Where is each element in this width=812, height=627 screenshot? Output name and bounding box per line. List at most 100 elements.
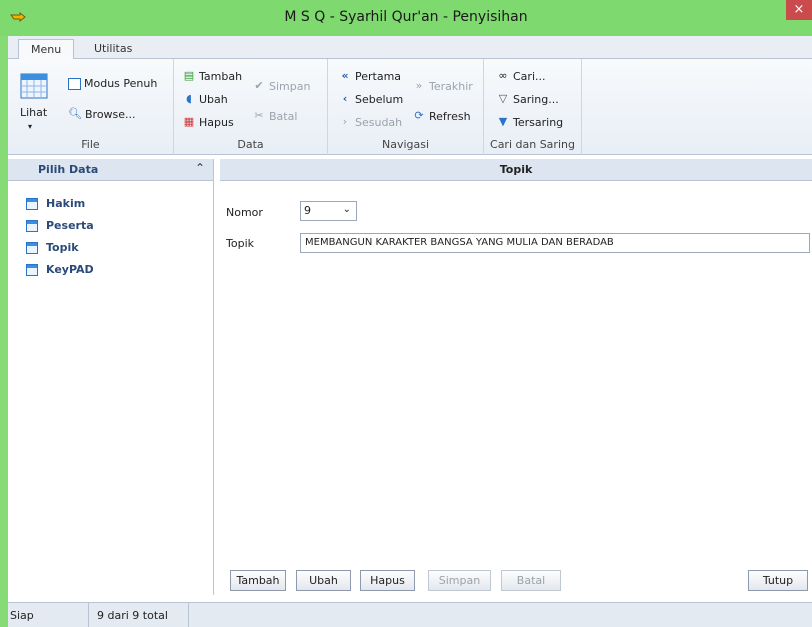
last-record-icon: » — [415, 79, 423, 92]
tersaring-label: Tersaring — [513, 115, 564, 129]
calendar-grid-icon — [20, 73, 48, 99]
chevron-down-icon[interactable]: ⌄ — [343, 204, 351, 215]
title-bar: M S Q - Syarhil Qur'an - Penyisihan × — [0, 0, 812, 36]
ubah-ribbon-label: Ubah — [199, 92, 228, 106]
delete-record-icon: ▦ — [183, 115, 195, 128]
sebelum-label: Sebelum — [355, 92, 404, 106]
cari-label: Cari... — [513, 69, 546, 83]
modus-penuh-label: Modus Penuh — [84, 77, 158, 90]
nomor-select[interactable]: 9 ⌄ — [300, 201, 357, 221]
tambah-ribbon-label: Tambah — [199, 69, 243, 83]
refresh-icon: ⟳ — [414, 109, 424, 122]
table-icon — [26, 263, 38, 276]
binoculars-icon: ∞ — [498, 69, 508, 82]
refresh-label: Refresh — [429, 109, 471, 123]
status-separator — [188, 603, 189, 627]
window-icon — [68, 77, 81, 90]
table-icon — [26, 197, 38, 210]
status-separator — [88, 603, 89, 627]
sesudah-label: Sesudah — [355, 115, 403, 129]
modus-penuh-button[interactable]: Modus Penuh — [68, 77, 157, 90]
pilih-data-pane: Pilih Data ⌃ Hakim Peserta Topik KeyPAD — [8, 159, 214, 595]
sebelum-button[interactable]: ‹ Sebelum — [338, 92, 404, 106]
tersaring-button[interactable]: ▼ Tersaring — [496, 115, 563, 129]
nav-item-hakim[interactable]: Hakim — [26, 197, 85, 210]
batal-ribbon-button[interactable]: ✂ Batal — [252, 109, 297, 123]
group-label-navigasi: Navigasi — [381, 138, 430, 151]
tambah-button[interactable]: Tambah — [230, 570, 286, 591]
batal-button[interactable]: Batal — [501, 570, 561, 591]
batal-ribbon-label: Batal — [269, 109, 298, 123]
pilih-data-title: Pilih Data — [38, 163, 99, 176]
checkmark-icon: ✔ — [254, 79, 264, 92]
nav-item-keypad[interactable]: KeyPAD — [26, 263, 94, 276]
group-label-cari: Cari dan Saring — [490, 138, 575, 151]
ribbon-group-cari: ∞ Cari... ▽ Saring... ▼ Tersaring Cari d… — [484, 59, 582, 155]
chevron-up-icon[interactable]: ⌃ — [195, 161, 205, 175]
cari-button[interactable]: ∞ Cari... — [496, 69, 546, 83]
saring-button[interactable]: ▽ Saring... — [496, 92, 559, 106]
edit-record-icon: ◖ — [186, 92, 192, 105]
window-title: M S Q - Syarhil Qur'an - Penyisihan — [284, 9, 528, 25]
previous-record-icon: ‹ — [342, 92, 348, 105]
terakhir-button[interactable]: » Terakhir — [412, 79, 473, 93]
app-window: Menu Utilitas Lihat ▾ Modus Penuh 🔍︎ Bro… — [8, 36, 812, 627]
simpan-button[interactable]: Simpan — [428, 570, 491, 591]
form-title: Topik — [220, 159, 812, 181]
ribbon-group-data: ▤ Tambah ✔ Simpan ◖ Ubah ✂ Batal ▦ Hapus… — [174, 59, 328, 155]
tutup-button[interactable]: Tutup — [748, 570, 808, 591]
topik-input[interactable]: MEMBANGUN KARAKTER BANGSA YANG MULIA DAN… — [300, 233, 810, 253]
hapus-ribbon-button[interactable]: ▦ Hapus — [182, 115, 234, 129]
simpan-ribbon-button[interactable]: ✔ Simpan — [252, 79, 310, 93]
hapus-ribbon-label: Hapus — [199, 115, 234, 129]
tab-utilitas[interactable]: Utilitas — [82, 39, 144, 60]
pertama-label: Pertama — [355, 69, 402, 83]
lihat-label: Lihat — [20, 106, 48, 119]
nav-item-peserta[interactable]: Peserta — [26, 219, 94, 232]
status-bar: Siap 9 dari 9 total — [8, 602, 812, 627]
ribbon-group-navigasi: « Pertama » Terakhir ‹ Sebelum ⟳ Refresh… — [328, 59, 484, 155]
magnifier-icon: 🔍︎ — [68, 107, 82, 120]
lihat-button[interactable]: Lihat ▾ — [20, 73, 48, 131]
status-state: Siap — [10, 609, 34, 622]
ubah-button[interactable]: Ubah — [296, 570, 351, 591]
terakhir-label: Terakhir — [429, 79, 473, 93]
hapus-button[interactable]: Hapus — [360, 570, 415, 591]
next-record-icon: › — [342, 115, 348, 128]
tab-menu[interactable]: Menu — [18, 39, 75, 60]
sesudah-button[interactable]: › Sesudah — [338, 115, 402, 129]
cancel-icon: ✂ — [254, 109, 264, 122]
refresh-button[interactable]: ⟳ Refresh — [412, 109, 471, 123]
nav-item-label: KeyPAD — [46, 263, 94, 276]
nomor-label: Nomor — [226, 206, 263, 219]
group-label-file: File — [81, 138, 100, 151]
ubah-ribbon-button[interactable]: ◖ Ubah — [182, 92, 228, 106]
ribbon-tabs: Menu Utilitas — [8, 36, 812, 60]
filter-applied-icon: ▼ — [498, 115, 508, 128]
table-icon — [26, 219, 38, 232]
first-record-icon: « — [341, 69, 349, 82]
table-icon — [26, 241, 38, 254]
nomor-value: 9 — [304, 204, 311, 217]
ribbon-group-file: Lihat ▾ Modus Penuh 🔍︎ Browse... File — [8, 59, 174, 155]
filter-icon: ▽ — [498, 92, 508, 105]
topik-label: Topik — [226, 237, 254, 250]
add-record-icon: ▤ — [183, 69, 195, 82]
browse-button[interactable]: 🔍︎ Browse... — [68, 107, 136, 121]
nav-item-topik[interactable]: Topik — [26, 241, 79, 254]
ribbon: Lihat ▾ Modus Penuh 🔍︎ Browse... File ▤ … — [8, 59, 812, 155]
close-button[interactable]: × — [786, 0, 812, 20]
nav-item-label: Peserta — [46, 219, 94, 232]
nav-item-label: Hakim — [46, 197, 86, 210]
saring-label: Saring... — [513, 92, 559, 106]
status-record-count: 9 dari 9 total — [97, 609, 168, 622]
simpan-ribbon-label: Simpan — [269, 79, 311, 93]
pertama-button[interactable]: « Pertama — [338, 69, 401, 83]
pilih-data-header[interactable]: Pilih Data ⌃ — [8, 159, 213, 181]
tambah-ribbon-button[interactable]: ▤ Tambah — [182, 69, 242, 83]
browse-label: Browse... — [85, 107, 136, 121]
nav-item-label: Topik — [46, 241, 79, 254]
group-label-data: Data — [237, 138, 264, 151]
topik-form: Topik Nomor 9 ⌄ Topik MEMBANGUN KARAKTER… — [220, 159, 812, 595]
dropdown-arrow-icon: ▾ — [28, 122, 33, 131]
